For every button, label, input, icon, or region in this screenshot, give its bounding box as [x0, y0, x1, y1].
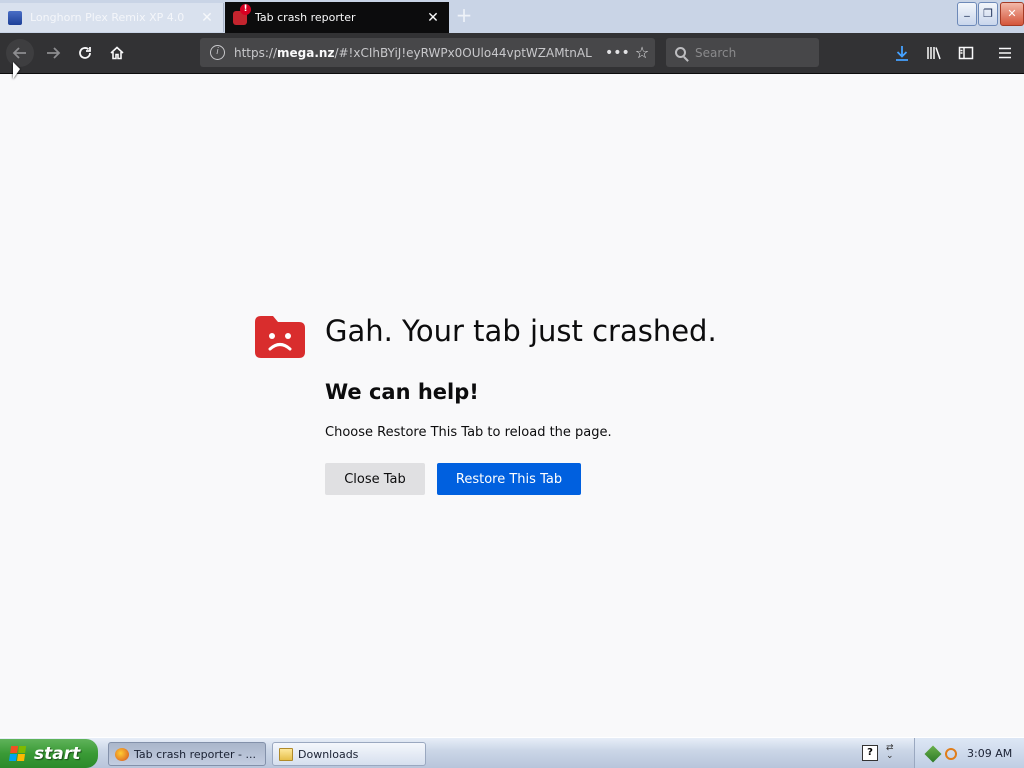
- firefox-icon: [115, 747, 129, 761]
- taskbar-item-firefox[interactable]: Tab crash reporter - ...: [108, 742, 266, 766]
- crash-page: Gah. Your tab just crashed. We can help!…: [0, 74, 1024, 737]
- back-button[interactable]: [6, 39, 34, 67]
- show-hidden-icons-icon[interactable]: ⇄ ⌄: [886, 744, 894, 761]
- tab-title: Tab crash reporter: [255, 11, 356, 24]
- new-tab-button[interactable]: +: [452, 4, 476, 28]
- start-button[interactable]: start: [0, 739, 98, 768]
- app-favicon-icon: [8, 10, 22, 25]
- download-arrow-icon: [896, 46, 908, 61]
- search-tray-icon[interactable]: [945, 747, 957, 760]
- home-button[interactable]: [103, 39, 131, 67]
- help-heading: We can help!: [325, 380, 479, 404]
- search-icon: [675, 47, 686, 58]
- sidebar-button[interactable]: [952, 39, 980, 67]
- close-tab-icon[interactable]: ✕: [425, 10, 441, 26]
- sad-tab-icon: [255, 316, 305, 358]
- minimize-button[interactable]: _: [957, 2, 977, 26]
- help-text: Choose Restore This Tab to reload the pa…: [325, 425, 612, 440]
- library-icon: [927, 47, 941, 60]
- search-placeholder: Search: [695, 45, 737, 60]
- forward-button[interactable]: [39, 39, 67, 67]
- network-icon[interactable]: [924, 745, 942, 762]
- taskbar-item-downloads[interactable]: Downloads: [272, 742, 426, 766]
- restore-window-button[interactable]: ❐: [978, 2, 998, 26]
- search-input[interactable]: Search: [666, 38, 819, 67]
- taskbar-item-label: Downloads: [298, 747, 359, 761]
- clock[interactable]: 3:09 AM: [967, 747, 1012, 760]
- url-path: /#!xCIhBYiJ!eyRWPx0OUlo44vptWZAMtnAL: [334, 45, 592, 60]
- library-button[interactable]: [920, 39, 948, 67]
- close-tab-button[interactable]: Close Tab: [325, 463, 425, 495]
- sidebar-icon: [958, 46, 974, 60]
- reload-button[interactable]: [71, 39, 99, 67]
- back-arrow-icon: [12, 47, 26, 59]
- forward-arrow-icon: [47, 47, 61, 59]
- close-window-button[interactable]: ✕: [1000, 2, 1024, 26]
- crash-favicon-icon: [233, 3, 251, 25]
- reload-icon: [79, 47, 91, 59]
- home-icon: [110, 46, 124, 60]
- restore-tab-button[interactable]: Restore This Tab: [437, 463, 581, 495]
- tab-strip: Longhorn Plex Remix XP 4.0 ✕ Tab crash r…: [0, 0, 1024, 33]
- taskbar-item-label: Tab crash reporter - ...: [134, 747, 256, 761]
- tab-longhorn[interactable]: Longhorn Plex Remix XP 4.0 ✕: [0, 3, 224, 32]
- url-bar[interactable]: i https://mega.nz/#!xCIhBYiJ!eyRWPx0OUlo…: [200, 38, 655, 67]
- tab-title: Longhorn Plex Remix XP 4.0: [30, 11, 185, 24]
- tab-crash-reporter[interactable]: Tab crash reporter ✕: [225, 2, 449, 33]
- taskbar: start Tab crash reporter - ... Downloads…: [0, 737, 1024, 768]
- url-text[interactable]: https://mega.nz/#!xCIhBYiJ!eyRWPx0OUlo44…: [234, 46, 605, 60]
- url-prefix: https://: [234, 45, 278, 60]
- windows-logo-icon: [9, 745, 27, 762]
- crash-title: Gah. Your tab just crashed.: [325, 314, 717, 348]
- help-icon[interactable]: ?: [862, 745, 878, 761]
- system-tray: 3:09 AM: [914, 738, 1024, 768]
- menu-button[interactable]: [991, 39, 1019, 67]
- window-controls: _ ❐ ✕: [957, 2, 1024, 26]
- hamburger-menu-icon: [999, 47, 1011, 59]
- screen: Longhorn Plex Remix XP 4.0 ✕ Tab crash r…: [0, 0, 1024, 768]
- mouse-cursor-icon: [13, 62, 20, 79]
- start-label: start: [34, 743, 81, 764]
- url-domain: mega.nz: [277, 45, 335, 60]
- folder-icon: [279, 747, 293, 761]
- close-tab-icon[interactable]: ✕: [199, 10, 215, 26]
- bookmark-star-icon[interactable]: ☆: [629, 43, 655, 62]
- downloads-button[interactable]: [888, 39, 916, 67]
- page-actions-icon[interactable]: •••: [605, 45, 630, 61]
- nav-toolbar: i https://mega.nz/#!xCIhBYiJ!eyRWPx0OUlo…: [0, 33, 1024, 74]
- info-icon[interactable]: i: [210, 45, 225, 60]
